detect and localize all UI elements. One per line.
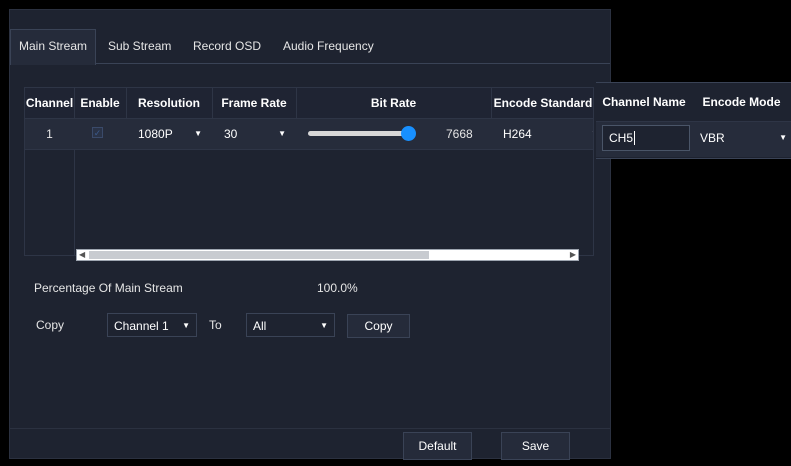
copy-to-value: All <box>253 319 267 333</box>
tab-main-stream[interactable]: Main Stream <box>10 29 97 65</box>
cell-channel: 1 <box>46 127 53 141</box>
enable-checkbox[interactable]: ✓ <box>92 127 103 138</box>
table-row: 1 ✓ 1080P ▼ 30 ▼ 7668 H264 ▼ <box>25 118 593 150</box>
encode-table: Channel Enable Resolution Frame Rate Bit… <box>24 87 594 256</box>
table-overflow-panel: Channel Name Encode Mode CH5 VBR ▼ <box>596 82 791 159</box>
percentage-label: Percentage Of Main Stream <box>34 281 183 295</box>
copy-from-value: Channel 1 <box>114 319 169 333</box>
stream-settings-panel: Main Stream Sub Stream Record OSD Audio … <box>9 9 611 460</box>
save-button[interactable]: Save <box>501 432 570 460</box>
text-caret <box>634 131 636 145</box>
header-encode-standard: Encode Standard <box>491 88 593 118</box>
cell-enable: ✓ <box>74 119 126 149</box>
header-frame-rate: Frame Rate <box>212 88 296 118</box>
resolution-select[interactable]: 1080P ▼ <box>132 123 208 145</box>
slider-track <box>308 131 408 136</box>
tab-sub-stream[interactable]: Sub Stream <box>108 30 171 63</box>
tab-audio-frequency[interactable]: Audio Frequency <box>283 30 374 63</box>
chevron-down-icon: ▼ <box>194 129 202 138</box>
encode-mode-value: VBR <box>700 131 725 145</box>
frame-rate-value: 30 <box>224 127 238 141</box>
scroll-right-icon[interactable]: ▶ <box>570 250 576 260</box>
chevron-down-icon: ▼ <box>591 123 593 145</box>
bit-rate-value: 7668 <box>446 127 473 141</box>
frame-rate-select[interactable]: 30 ▼ <box>218 123 292 145</box>
table-horizontal-scrollbar[interactable]: ◀ ▶ <box>76 249 579 261</box>
default-button[interactable]: Default <box>403 432 472 460</box>
copy-label: Copy <box>36 318 65 332</box>
copy-button[interactable]: Copy <box>347 314 410 338</box>
header-channel: Channel <box>25 88 74 118</box>
header-bit-rate: Bit Rate <box>296 88 491 118</box>
table-row-overflow: CH5 VBR ▼ <box>596 121 791 157</box>
resolution-value: 1080P <box>138 127 173 141</box>
bit-rate-slider[interactable] <box>308 119 428 149</box>
chevron-down-icon: ▼ <box>182 321 190 330</box>
tab-record-osd[interactable]: Record OSD <box>193 30 261 63</box>
chevron-down-icon: ▼ <box>278 129 286 138</box>
copy-from-select[interactable]: Channel 1 ▼ <box>107 313 197 337</box>
scroll-left-icon[interactable]: ◀ <box>79 250 85 260</box>
copy-to-select[interactable]: All ▼ <box>246 313 335 337</box>
encode-standard-value: H264 <box>503 127 532 141</box>
scrollbar-thumb[interactable] <box>89 251 429 259</box>
tab-bar: Main Stream Sub Stream Record OSD Audio … <box>10 20 610 65</box>
percentage-value: 100.0% <box>317 281 358 295</box>
header-channel-name: Channel Name <box>596 83 692 121</box>
slider-thumb[interactable] <box>401 126 416 141</box>
copy-to-label: To <box>209 318 222 332</box>
chevron-down-icon: ▼ <box>779 133 787 142</box>
encode-mode-select[interactable]: VBR ▼ <box>700 125 787 151</box>
chevron-down-icon: ▼ <box>320 321 328 330</box>
encode-standard-select[interactable]: H264 ▼ <box>497 123 593 145</box>
column-divider <box>74 88 75 255</box>
header-encode-mode: Encode Mode <box>692 83 791 121</box>
header-enable: Enable <box>74 88 126 118</box>
channel-name-value: CH5 <box>609 131 634 145</box>
header-resolution: Resolution <box>126 88 212 118</box>
channel-name-input[interactable]: CH5 <box>602 125 690 151</box>
